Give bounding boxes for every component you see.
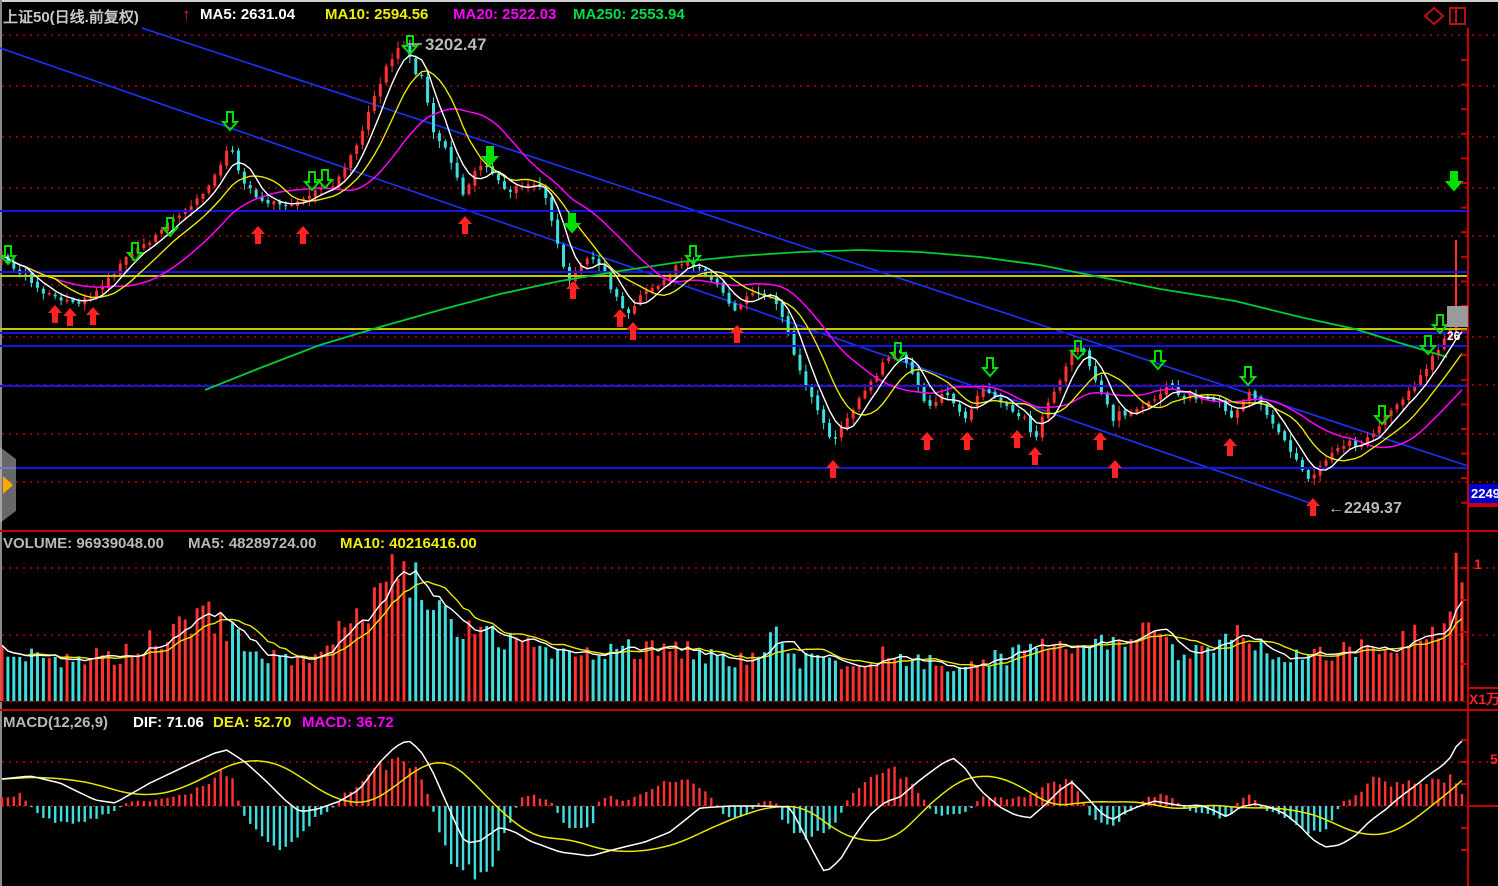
peak-price-label: 3202.47 (425, 35, 486, 55)
ma10-value: MA10: 2594.56 (325, 6, 428, 23)
dif-value: DIF: 71.06 (133, 714, 204, 731)
dea-value: DEA: 52.70 (213, 714, 291, 731)
ma20-value: MA20: 2522.03 (453, 6, 556, 23)
diamond-icon[interactable] (1425, 8, 1443, 24)
expand-arrow-icon (3, 476, 13, 494)
header-icons (1424, 6, 1468, 26)
axis-price-badge: 2249 (1469, 484, 1498, 505)
sidebar-slide-tab[interactable] (0, 447, 16, 523)
price-partial-label: 26 (1447, 329, 1468, 343)
volume-axis-top-label: 1 (1474, 556, 1496, 572)
low-price-label: ←2249.37 (1328, 500, 1402, 518)
ma250-value: MA250: 2553.94 (573, 6, 685, 23)
volume-ma10-value: MA10: 40216416.00 (340, 535, 477, 552)
volume-axis-unit-label: X1万 (1469, 689, 1498, 709)
macd-name: MACD(12,26,9) (3, 714, 108, 731)
volume-ma5-value: MA5: 48289724.00 (188, 535, 316, 552)
macd-value: MACD: 36.72 (302, 714, 394, 731)
instrument-title: 上证50(日线.前复权) (3, 6, 139, 27)
volume-value: VOLUME: 96939048.00 (3, 535, 164, 552)
ma5-value: MA5: 2631.04 (200, 6, 295, 23)
current-price-marker[interactable] (1447, 306, 1468, 327)
chart-canvas (0, 0, 1498, 886)
split-window-icon[interactable] (1450, 8, 1465, 24)
macd-axis-partial-label: 5 (1490, 751, 1498, 767)
up-arrow-icon: ↑ (182, 5, 191, 25)
trading-app-window: 上证50(日线.前复权) ↑ MA5: 2631.04 MA10: 2594.5… (0, 0, 1498, 886)
